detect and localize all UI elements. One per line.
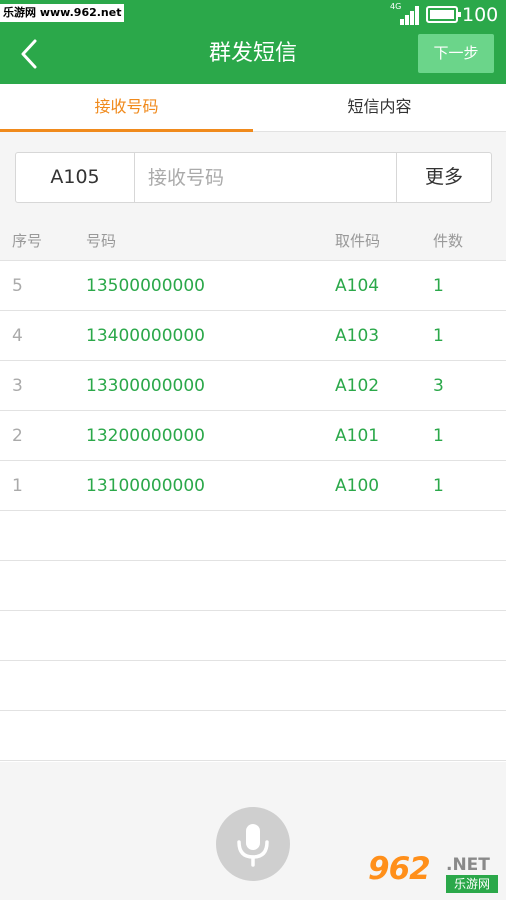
row-phone: 13400000000 xyxy=(86,326,205,346)
chevron-left-icon xyxy=(21,39,37,69)
row-seq: 1 xyxy=(12,476,23,496)
tab-bar: 接收号码 短信内容 xyxy=(0,84,506,132)
header-qty: 件数 xyxy=(433,232,464,250)
row-seq: 4 xyxy=(12,326,23,346)
table-header: 序号 号码 取件码 件数 xyxy=(0,222,506,260)
table-row[interactable]: 3 13300000000 A102 3 xyxy=(0,361,506,411)
row-code: A100 xyxy=(335,476,380,496)
tab-message-content[interactable]: 短信内容 xyxy=(253,84,506,132)
row-phone: 13500000000 xyxy=(86,276,205,296)
header-seq: 序号 xyxy=(12,232,43,250)
more-button[interactable]: 更多 xyxy=(396,153,491,202)
logo-subtitle: 乐游网 xyxy=(446,875,498,893)
site-logo: 962 .NET 乐游网 xyxy=(366,850,502,896)
watermark-text: 乐游网 www.962.net xyxy=(0,4,125,22)
header-bar: 乐游网 www.962.net 4G 100 群发短信 下一步 xyxy=(0,0,506,84)
row-qty: 1 xyxy=(433,476,444,496)
battery-level: 100 xyxy=(462,4,499,26)
row-seq: 2 xyxy=(12,426,23,446)
row-code: A104 xyxy=(335,276,380,296)
status-bar: 乐游网 www.962.net 4G 100 xyxy=(0,0,506,30)
row-qty: 1 xyxy=(433,276,444,296)
tab-recipients[interactable]: 接收号码 xyxy=(0,84,253,132)
row-code: A101 xyxy=(335,426,380,446)
row-phone: 13300000000 xyxy=(86,376,205,396)
empty-row xyxy=(0,711,506,761)
battery-icon xyxy=(426,6,461,23)
back-button[interactable] xyxy=(16,38,46,70)
table-row[interactable]: 4 13400000000 A103 1 xyxy=(0,311,506,361)
empty-row xyxy=(0,611,506,661)
table-row[interactable]: 2 13200000000 A101 1 xyxy=(0,411,506,461)
network-type: 4G xyxy=(390,2,402,11)
row-phone: 13100000000 xyxy=(86,476,205,496)
row-qty: 3 xyxy=(433,376,444,396)
row-qty: 1 xyxy=(433,426,444,446)
header-code: 取件码 xyxy=(335,232,381,250)
logo-ext: .NET xyxy=(446,855,490,875)
signal-icon: 4G xyxy=(390,3,420,25)
microphone-icon xyxy=(237,824,269,867)
voice-input-button[interactable] xyxy=(216,807,290,881)
empty-row xyxy=(0,661,506,711)
empty-row xyxy=(0,561,506,611)
row-code: A102 xyxy=(335,376,380,396)
phone-number-input[interactable] xyxy=(136,153,396,202)
row-seq: 5 xyxy=(12,276,23,296)
next-step-button[interactable]: 下一步 xyxy=(418,34,494,73)
logo-number: 962 xyxy=(368,851,431,887)
table-row[interactable]: 5 13500000000 A104 1 xyxy=(0,261,506,311)
recipient-list: 5 13500000000 A104 1 4 13400000000 A103 … xyxy=(0,260,506,762)
row-qty: 1 xyxy=(433,326,444,346)
table-row[interactable]: 1 13100000000 A100 1 xyxy=(0,461,506,511)
row-phone: 13200000000 xyxy=(86,426,205,446)
pickup-code-field[interactable]: A105 xyxy=(16,153,135,202)
empty-row xyxy=(0,511,506,561)
header-phone: 号码 xyxy=(86,232,117,250)
recipient-input-row: A105 更多 xyxy=(15,152,492,203)
row-seq: 3 xyxy=(12,376,23,396)
active-tab-indicator xyxy=(0,129,253,132)
row-code: A103 xyxy=(335,326,380,346)
